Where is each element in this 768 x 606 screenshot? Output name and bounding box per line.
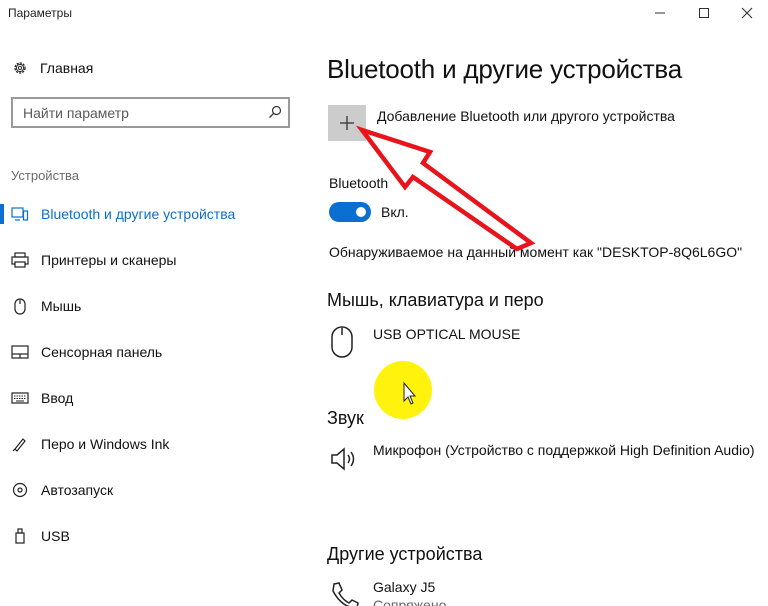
close-button[interactable] [727,2,767,24]
home-link[interactable]: Главная [12,58,93,78]
sidebar-item-autoplay[interactable]: Автозапуск [0,472,300,508]
autoplay-icon [11,482,29,498]
search-icon [269,105,282,118]
sidebar-item-label: Принтеры и сканеры [41,252,177,268]
sidebar-item-label: Bluetooth и другие устройства [41,206,236,222]
sidebar-item-mouse[interactable]: Мышь [0,288,300,324]
search-input[interactable] [13,99,253,126]
section-heading-other: Другие устройства [327,544,483,564]
section-heading-audio: Звук [327,408,364,428]
sidebar-item-touchpad[interactable]: Сенсорная панель [0,334,300,370]
sidebar-item-label: Автозапуск [41,482,114,498]
title-bar: Параметры [0,0,768,28]
usb-icon [11,528,29,544]
add-device-label[interactable]: Добавление Bluetooth или другого устройс… [377,108,675,124]
sidebar-item-label: Перо и Windows Ink [41,436,170,452]
sidebar-item-input[interactable]: Ввод [0,380,300,416]
phone-icon [332,582,359,606]
printer-icon [11,252,29,268]
sidebar-item-label: USB [41,528,70,544]
main-content: Bluetooth и другие устройства Добавление… [300,28,768,606]
sidebar-item-bluetooth[interactable]: Bluetooth и другие устройства [0,196,300,232]
add-device-button[interactable] [328,105,366,141]
sidebar: Главная Устройства Bluetooth и другие ус… [0,28,300,606]
bluetooth-devices-icon [11,206,29,222]
touchpad-icon [11,344,29,360]
section-label-devices: Устройства [11,168,80,183]
maximize-button[interactable] [684,2,724,24]
toggle-knob [356,207,366,217]
mouse-icon [331,326,353,358]
bluetooth-label: Bluetooth [329,175,389,191]
discoverable-text: Обнаруживаемое на данный момент как "DES… [329,244,743,260]
device-microphone[interactable]: Микрофон (Устройство с поддержкой High D… [330,441,760,481]
sidebar-item-usb[interactable]: USB [0,518,300,554]
sidebar-item-label: Ввод [41,390,74,406]
close-icon [741,7,753,19]
section-heading-mouse-keyboard-pen: Мышь, клавиатура и перо [327,290,544,310]
minimize-button[interactable] [640,2,680,24]
device-name: USB OPTICAL MOUSE [373,326,521,342]
window-title: Параметры [8,6,72,20]
search-box[interactable] [11,97,290,128]
bluetooth-state-label: Вкл. [381,204,409,220]
mouse-icon [11,297,29,315]
keyboard-icon [11,390,29,406]
active-indicator [0,204,4,224]
device-name: Микрофон (Устройство с поддержкой High D… [373,442,755,458]
device-galaxy-j5[interactable]: Galaxy J5 Сопряжено [330,578,760,606]
sidebar-item-label: Сенсорная панель [41,344,163,360]
pen-icon [11,436,29,452]
speaker-icon [331,447,355,471]
sidebar-item-printers[interactable]: Принтеры и сканеры [0,242,300,278]
sidebar-item-label: Мышь [41,298,82,314]
page-title: Bluetooth и другие устройства [327,54,683,84]
device-status: Сопряжено [373,597,447,606]
sidebar-item-pen[interactable]: Перо и Windows Ink [0,426,300,462]
device-name: Galaxy J5 [373,579,436,595]
maximize-icon [699,8,709,18]
plus-icon [340,116,354,130]
bluetooth-toggle[interactable] [329,202,371,222]
home-label: Главная [40,60,94,76]
gear-icon [14,62,26,74]
minimize-icon [655,12,665,14]
device-usb-mouse[interactable]: USB OPTICAL MOUSE [330,325,760,359]
